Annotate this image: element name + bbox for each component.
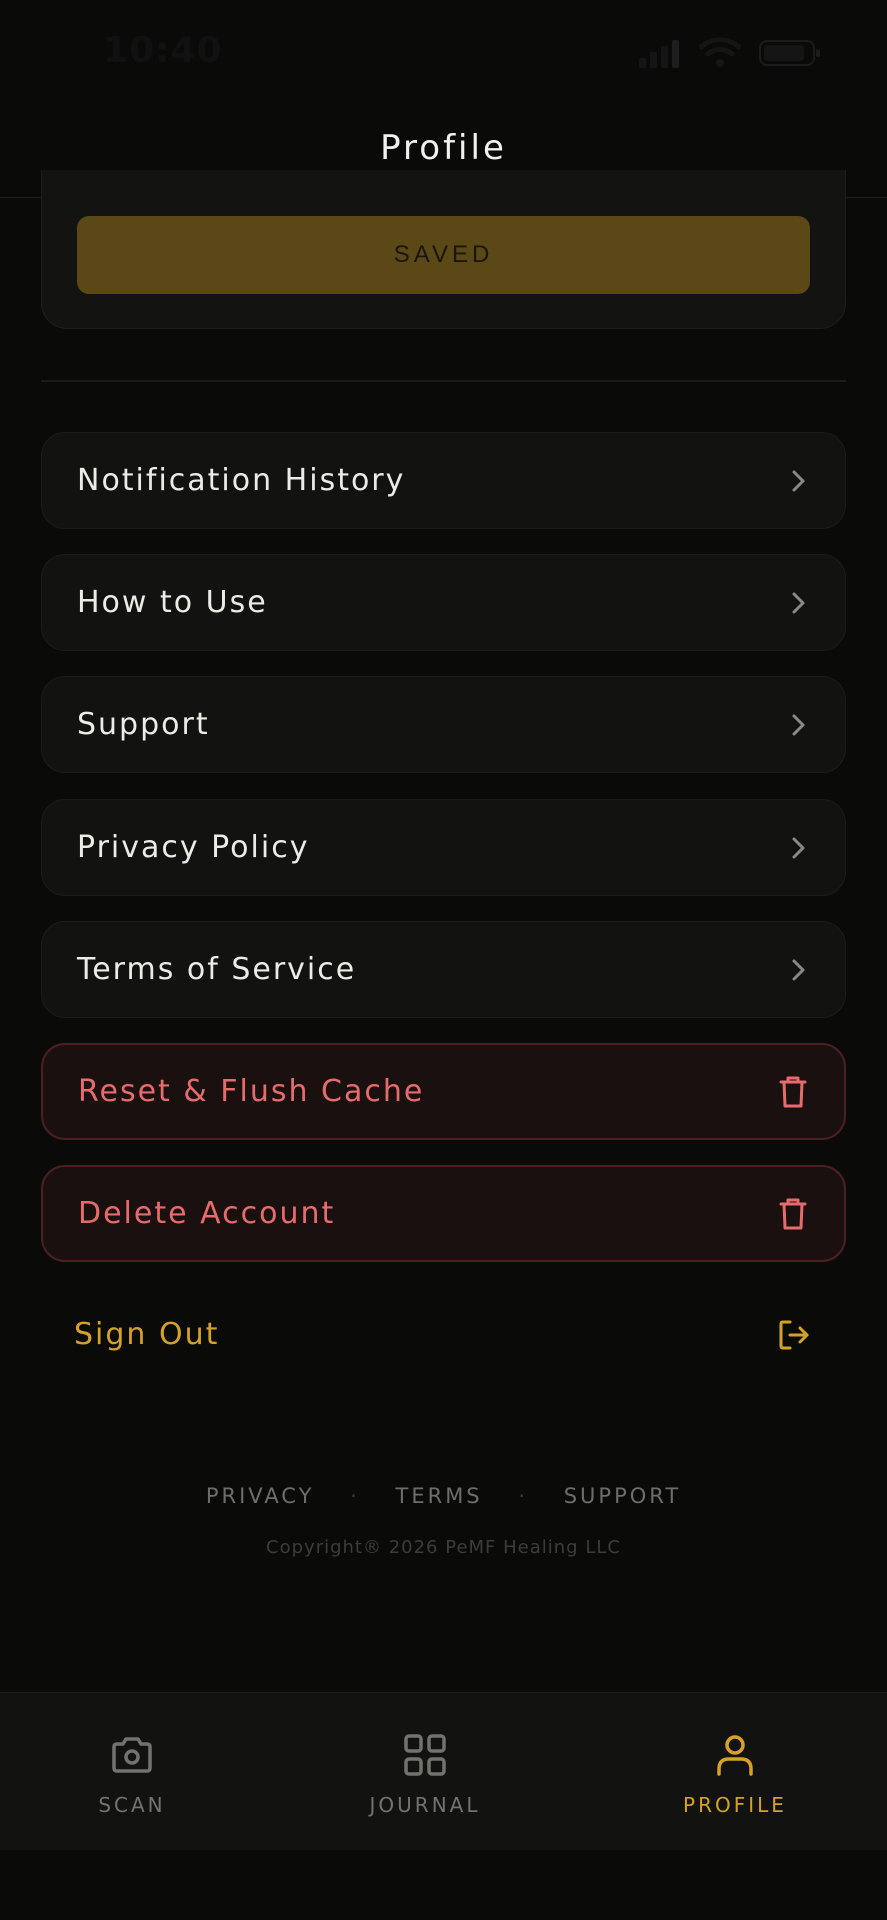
menu-item-label: How to Use xyxy=(77,585,268,620)
status-bar: 10:40 xyxy=(0,0,887,100)
signal-icon xyxy=(639,40,679,68)
trash-icon xyxy=(779,1198,807,1229)
tab-label: JOURNAL xyxy=(369,1793,481,1817)
tab-scan[interactable]: SCAN xyxy=(42,1693,222,1851)
tab-label: SCAN xyxy=(98,1793,166,1817)
menu-item-terms-of-service[interactable]: Terms of Service xyxy=(41,921,846,1018)
user-icon xyxy=(717,1735,753,1776)
saved-button[interactable]: SAVED xyxy=(77,216,810,294)
chevron-right-icon xyxy=(792,837,805,858)
tab-label: PROFILE xyxy=(683,1793,787,1817)
reset-flush-cache-button[interactable]: Reset & Flush Cache xyxy=(41,1043,846,1140)
footer-links: PRIVACY · TERMS · SUPPORT xyxy=(0,1484,887,1508)
footer-separator: · xyxy=(518,1484,529,1508)
menu-item-label: Delete Account xyxy=(78,1196,336,1231)
tab-journal[interactable]: JOURNAL xyxy=(335,1693,515,1851)
log-out-icon xyxy=(779,1320,809,1349)
sign-out-label: Sign Out xyxy=(74,1317,220,1352)
footer-separator: · xyxy=(350,1484,360,1508)
copyright-text: Copyright® 2026 PeMF Healing LLC xyxy=(266,1537,621,1558)
wifi-icon xyxy=(699,37,741,67)
menu-item-label: Terms of Service xyxy=(77,952,357,987)
menu-item-label: Notification History xyxy=(77,463,406,498)
page-title: Profile xyxy=(380,128,507,168)
chevron-right-icon xyxy=(792,592,805,613)
trash-icon xyxy=(779,1076,807,1107)
menu-item-label: Support xyxy=(77,707,210,742)
chevron-right-icon xyxy=(792,714,805,735)
camera-icon xyxy=(112,1737,152,1773)
footer-link-terms[interactable]: TERMS xyxy=(396,1484,483,1508)
chevron-right-icon xyxy=(792,959,805,980)
footer-link-support[interactable]: SUPPORT xyxy=(564,1484,681,1508)
footer-link-privacy[interactable]: PRIVACY xyxy=(206,1484,315,1508)
menu-item-support[interactable]: Support xyxy=(41,676,846,773)
delete-account-button[interactable]: Delete Account xyxy=(41,1165,846,1262)
status-time: 10:40 xyxy=(103,30,223,71)
bottom-tab-bar: SCAN JOURNAL PROFILE xyxy=(0,1692,887,1850)
menu-item-notification-history[interactable]: Notification History xyxy=(41,432,846,529)
home-indicator-area xyxy=(0,1850,887,1920)
battery-icon xyxy=(759,40,820,66)
menu-item-label: Privacy Policy xyxy=(77,830,310,865)
sign-out-button[interactable]: Sign Out xyxy=(41,1286,846,1383)
menu-item-privacy-policy[interactable]: Privacy Policy xyxy=(41,799,846,896)
menu-item-how-to-use[interactable]: How to Use xyxy=(41,554,846,651)
chevron-right-icon xyxy=(792,470,805,491)
section-divider xyxy=(41,380,846,382)
tab-profile[interactable]: PROFILE xyxy=(645,1693,825,1851)
menu-item-label: Reset & Flush Cache xyxy=(78,1074,425,1109)
grid-icon xyxy=(404,1734,446,1776)
